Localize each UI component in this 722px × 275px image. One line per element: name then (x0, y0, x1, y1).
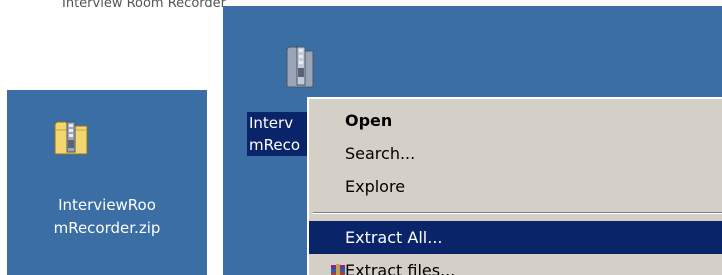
zip-folder-icon[interactable] (53, 118, 89, 156)
winrar-books-icon (331, 263, 345, 275)
menu-item-search[interactable]: Search... (309, 137, 722, 170)
desktop-panel-right: Interv mReco Open Search... Explore Extr… (223, 6, 722, 275)
window-title-fragment: Interview Room Recorder (62, 0, 226, 10)
desktop-panel-left: InterviewRoo mRecorder.zip (7, 90, 207, 275)
menu-item-open[interactable]: Open (309, 104, 722, 137)
menu-separator (313, 212, 722, 214)
zip-folder-icon[interactable] (283, 41, 319, 89)
menu-item-extract-files[interactable]: Extract files... (309, 254, 722, 275)
menu-item-explore[interactable]: Explore (309, 170, 722, 203)
file-label-selected[interactable]: Interv mReco (247, 112, 313, 156)
menu-item-extract-files-label: Extract files... (345, 261, 456, 275)
menu-item-extract-all[interactable]: Extract All... (309, 221, 722, 254)
context-menu: Open Search... Explore Extract All... Ex… (307, 97, 722, 275)
file-label-text: Interv mReco (249, 114, 301, 154)
file-label-interviewroomrecorder-zip[interactable]: InterviewRoo mRecorder.zip (7, 194, 207, 240)
